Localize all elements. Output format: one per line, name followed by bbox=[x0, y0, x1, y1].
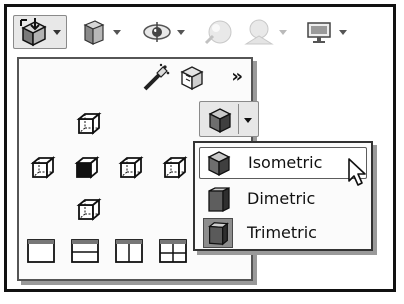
apply-scene-icon bbox=[244, 19, 274, 45]
two-view-horizontal-icon bbox=[71, 239, 99, 263]
hide-show-items-icon bbox=[143, 22, 171, 42]
view-projection-submenu: Isometric Dimetric Trimetric bbox=[193, 141, 373, 251]
edit-appearance-icon bbox=[204, 20, 232, 45]
display-style-icon bbox=[83, 20, 105, 45]
mouse-pointer-icon bbox=[348, 158, 366, 186]
camera-view-button[interactable] bbox=[141, 63, 171, 97]
new-view-button[interactable] bbox=[177, 63, 207, 97]
dimetric-icon bbox=[203, 184, 233, 214]
single-view-button[interactable] bbox=[27, 239, 55, 263]
view-settings-button[interactable] bbox=[303, 15, 349, 49]
two-view-vertical-button[interactable] bbox=[115, 239, 143, 263]
two-view-vertical-icon bbox=[115, 239, 143, 263]
bottom-view-button[interactable] bbox=[73, 195, 103, 225]
front-view-button[interactable] bbox=[71, 153, 101, 183]
view-orientation-button[interactable] bbox=[13, 15, 67, 49]
display-style-button[interactable] bbox=[77, 15, 123, 49]
menu-item-label: Isometric bbox=[248, 153, 323, 172]
isometric-icon bbox=[204, 148, 234, 178]
left-view-icon bbox=[30, 156, 56, 179]
four-view-button[interactable] bbox=[159, 239, 187, 263]
menu-item-isometric[interactable]: Isometric bbox=[199, 147, 367, 179]
hide-show-items-button[interactable] bbox=[141, 15, 187, 49]
four-view-icon bbox=[159, 239, 187, 263]
new-view-icon bbox=[180, 66, 204, 91]
menu-item-label: Dimetric bbox=[247, 189, 316, 208]
two-view-horizontal-button[interactable] bbox=[71, 239, 99, 263]
chevron-down-icon bbox=[53, 30, 61, 35]
chevron-down-icon bbox=[339, 30, 347, 35]
menu-item-trimetric[interactable]: Trimetric bbox=[199, 217, 367, 249]
isometric-icon bbox=[208, 108, 232, 134]
edit-appearance-button[interactable] bbox=[203, 15, 235, 49]
more-chevron-icon[interactable]: » bbox=[231, 65, 243, 89]
bottom-view-icon bbox=[76, 198, 102, 221]
chevron-down-icon[interactable] bbox=[243, 115, 253, 125]
front-view-icon bbox=[74, 156, 100, 179]
right-view-icon bbox=[118, 156, 144, 179]
trimetric-icon bbox=[203, 218, 233, 248]
menu-item-label: Trimetric bbox=[247, 223, 317, 242]
split-divider bbox=[238, 104, 239, 134]
top-view-icon bbox=[76, 112, 102, 135]
camera-view-icon bbox=[143, 63, 170, 91]
isometric-split-button[interactable] bbox=[199, 101, 259, 137]
back-view-button[interactable] bbox=[159, 153, 189, 183]
view-orientation-icon bbox=[20, 18, 47, 47]
chevron-down-icon bbox=[177, 30, 185, 35]
view-toolbar-window: » Isometric Dimetric Trimetric bbox=[4, 4, 396, 292]
chevron-down-icon bbox=[279, 30, 287, 35]
apply-scene-button[interactable] bbox=[243, 15, 289, 49]
right-view-button[interactable] bbox=[115, 153, 145, 183]
top-view-button[interactable] bbox=[73, 109, 103, 139]
menu-item-dimetric[interactable]: Dimetric bbox=[199, 183, 367, 215]
back-view-icon bbox=[162, 156, 188, 179]
left-view-button[interactable] bbox=[27, 153, 57, 183]
chevron-down-icon bbox=[113, 30, 121, 35]
single-view-icon bbox=[27, 239, 55, 263]
heads-up-view-toolbar bbox=[7, 7, 393, 55]
view-settings-icon bbox=[307, 22, 331, 43]
